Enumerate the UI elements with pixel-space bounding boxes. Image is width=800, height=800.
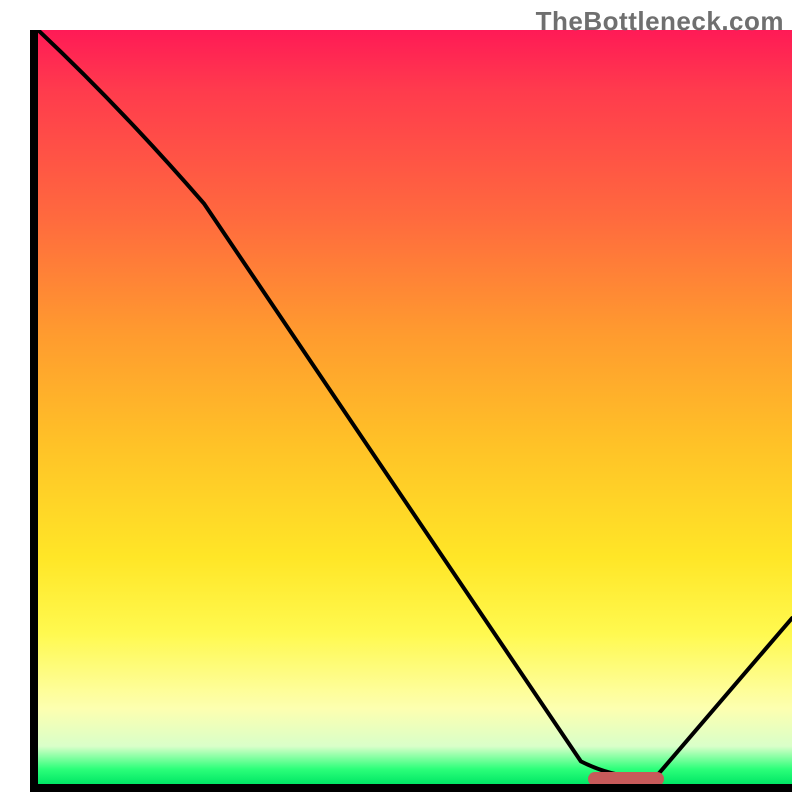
- curve-layer: [38, 30, 792, 784]
- bottleneck-curve-path: [38, 30, 792, 777]
- plot-area: [30, 30, 792, 792]
- bottleneck-chart: TheBottleneck.com: [0, 0, 800, 800]
- watermark-text: TheBottleneck.com: [536, 6, 784, 37]
- optimal-marker: [588, 772, 663, 786]
